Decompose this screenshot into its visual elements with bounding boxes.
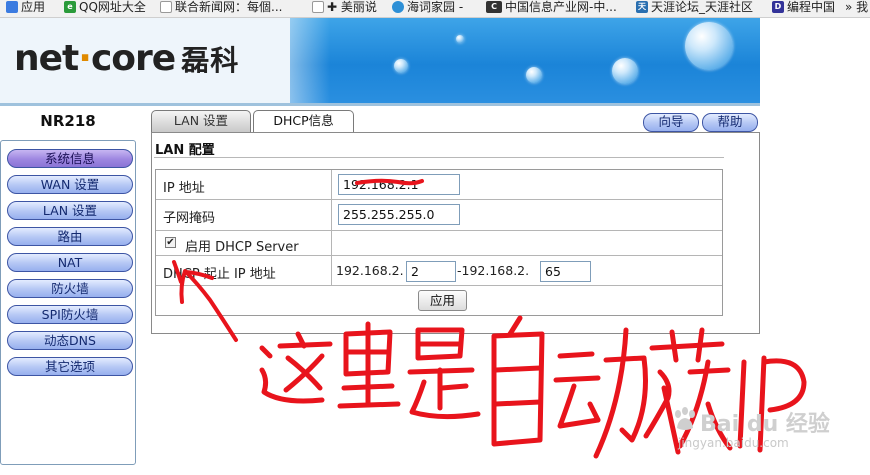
nav-ddns[interactable]: 动态DNS <box>7 331 133 350</box>
nav-firewall[interactable]: 防火墙 <box>7 279 133 298</box>
bookmarks-bar: 应用 e QQ网址大全 联合新闻网：每個... ✚ 美丽说 海词家园 - C 中国信… <box>0 0 870 18</box>
globe-icon <box>392 1 404 13</box>
bookmark-tianya[interactable]: 天天涯论坛_天涯社区 <box>636 0 753 17</box>
dhcp-range-label: DHCP 起止 IP 地址 <box>163 267 276 282</box>
ip-row: IP 地址 <box>156 170 722 200</box>
dhcp-range-row: DHCP 起止 IP 地址 192.168.2. -192.168.2. <box>156 256 722 286</box>
ip-address-input[interactable] <box>338 174 460 195</box>
tab-dhcp-info[interactable]: DHCP信息 <box>253 110 354 132</box>
section-title: LAN 配置 <box>155 143 215 158</box>
mask-row: 子网掩码 <box>156 200 722 231</box>
section-divider <box>154 157 724 158</box>
baidu-jingyan-watermark: Bai du 经验 jingyan.baidu.com <box>672 400 832 460</box>
header-divider <box>0 103 760 106</box>
bookmark-apps[interactable]: 应用 <box>6 0 45 17</box>
nav-lan-settings[interactable]: LAN 设置 <box>7 201 133 220</box>
help-button[interactable]: 帮助 <box>702 113 758 132</box>
subnet-mask-input[interactable] <box>338 204 460 225</box>
dotcpp-icon: D <box>772 1 784 13</box>
nav-wan-settings[interactable]: WAN 设置 <box>7 175 133 194</box>
tab-lan-settings[interactable]: LAN 设置 <box>151 110 251 132</box>
bubble-decoration <box>685 22 733 70</box>
bookmark-qq[interactable]: e QQ网址大全 <box>64 0 146 17</box>
baidu-paw-icon <box>675 407 695 430</box>
model-name: NR218 <box>40 112 96 130</box>
range-prefix-start: 192.168.2. <box>336 263 404 278</box>
dhcp-enable-row: ✔ 启用 DHCP Server <box>156 231 722 256</box>
page-icon <box>160 1 172 13</box>
dhcp-enable-label: 启用 DHCP Server <box>185 240 299 255</box>
bubble-decoration <box>456 35 464 43</box>
dhcp-end-input[interactable] <box>540 261 591 282</box>
apps-grid-icon <box>6 1 18 13</box>
nav-nat[interactable]: NAT <box>7 253 133 272</box>
ip-label: IP 地址 <box>163 181 205 196</box>
bookmark-overflow[interactable]: » 我 <box>845 0 868 17</box>
left-nav: 系统信息 WAN 设置 LAN 设置 路由 NAT 防火墙 SPI防火墙 动态D… <box>0 140 136 465</box>
bookmark-dotcpp[interactable]: D 编程中国 <box>772 0 835 17</box>
header-banner: net·core 磊科 <box>0 18 760 103</box>
wizard-button[interactable]: 向导 <box>643 113 699 132</box>
bookmark-meilishuo[interactable]: ✚ 美丽说 <box>312 0 377 17</box>
dhcp-start-input[interactable] <box>406 261 456 282</box>
bubble-decoration <box>612 58 638 84</box>
watermark-brand: Bai du 经验 <box>700 412 830 437</box>
page-icon <box>312 1 324 13</box>
range-prefix-end: -192.168.2. <box>457 263 530 278</box>
nav-routing[interactable]: 路由 <box>7 227 133 246</box>
tianya-icon: 天 <box>636 1 648 13</box>
watermark-url: jingyan.baidu.com <box>678 436 789 450</box>
netcore-logo: net·core 磊科 <box>14 38 240 79</box>
bookmark-cnii[interactable]: C 中国信息产业网-中... <box>486 0 617 17</box>
cnii-icon: C <box>486 1 502 13</box>
lan-config-table: IP 地址 子网掩码 ✔ 启用 DHCP Server DHCP 起止 IP 地… <box>155 169 723 316</box>
bubble-decoration <box>394 59 408 73</box>
bookmark-udn[interactable]: 联合新闻网：每個... <box>160 0 282 17</box>
lan-config-panel: LAN 配置 IP 地址 子网掩码 ✔ 启用 DHCP Server DHCP … <box>151 132 760 334</box>
bookmark-dict[interactable]: 海词家园 - <box>392 0 463 17</box>
nav-other-options[interactable]: 其它选项 <box>7 357 133 376</box>
nav-spi-firewall[interactable]: SPI防火墙 <box>7 305 133 324</box>
nav-system-info[interactable]: 系统信息 <box>7 149 133 168</box>
bubble-decoration <box>526 67 542 83</box>
apply-button[interactable]: 应用 <box>418 290 467 311</box>
mask-label: 子网掩码 <box>163 211 216 226</box>
dhcp-enable-checkbox[interactable]: ✔ <box>165 237 176 248</box>
browser-e-icon: e <box>64 1 76 13</box>
